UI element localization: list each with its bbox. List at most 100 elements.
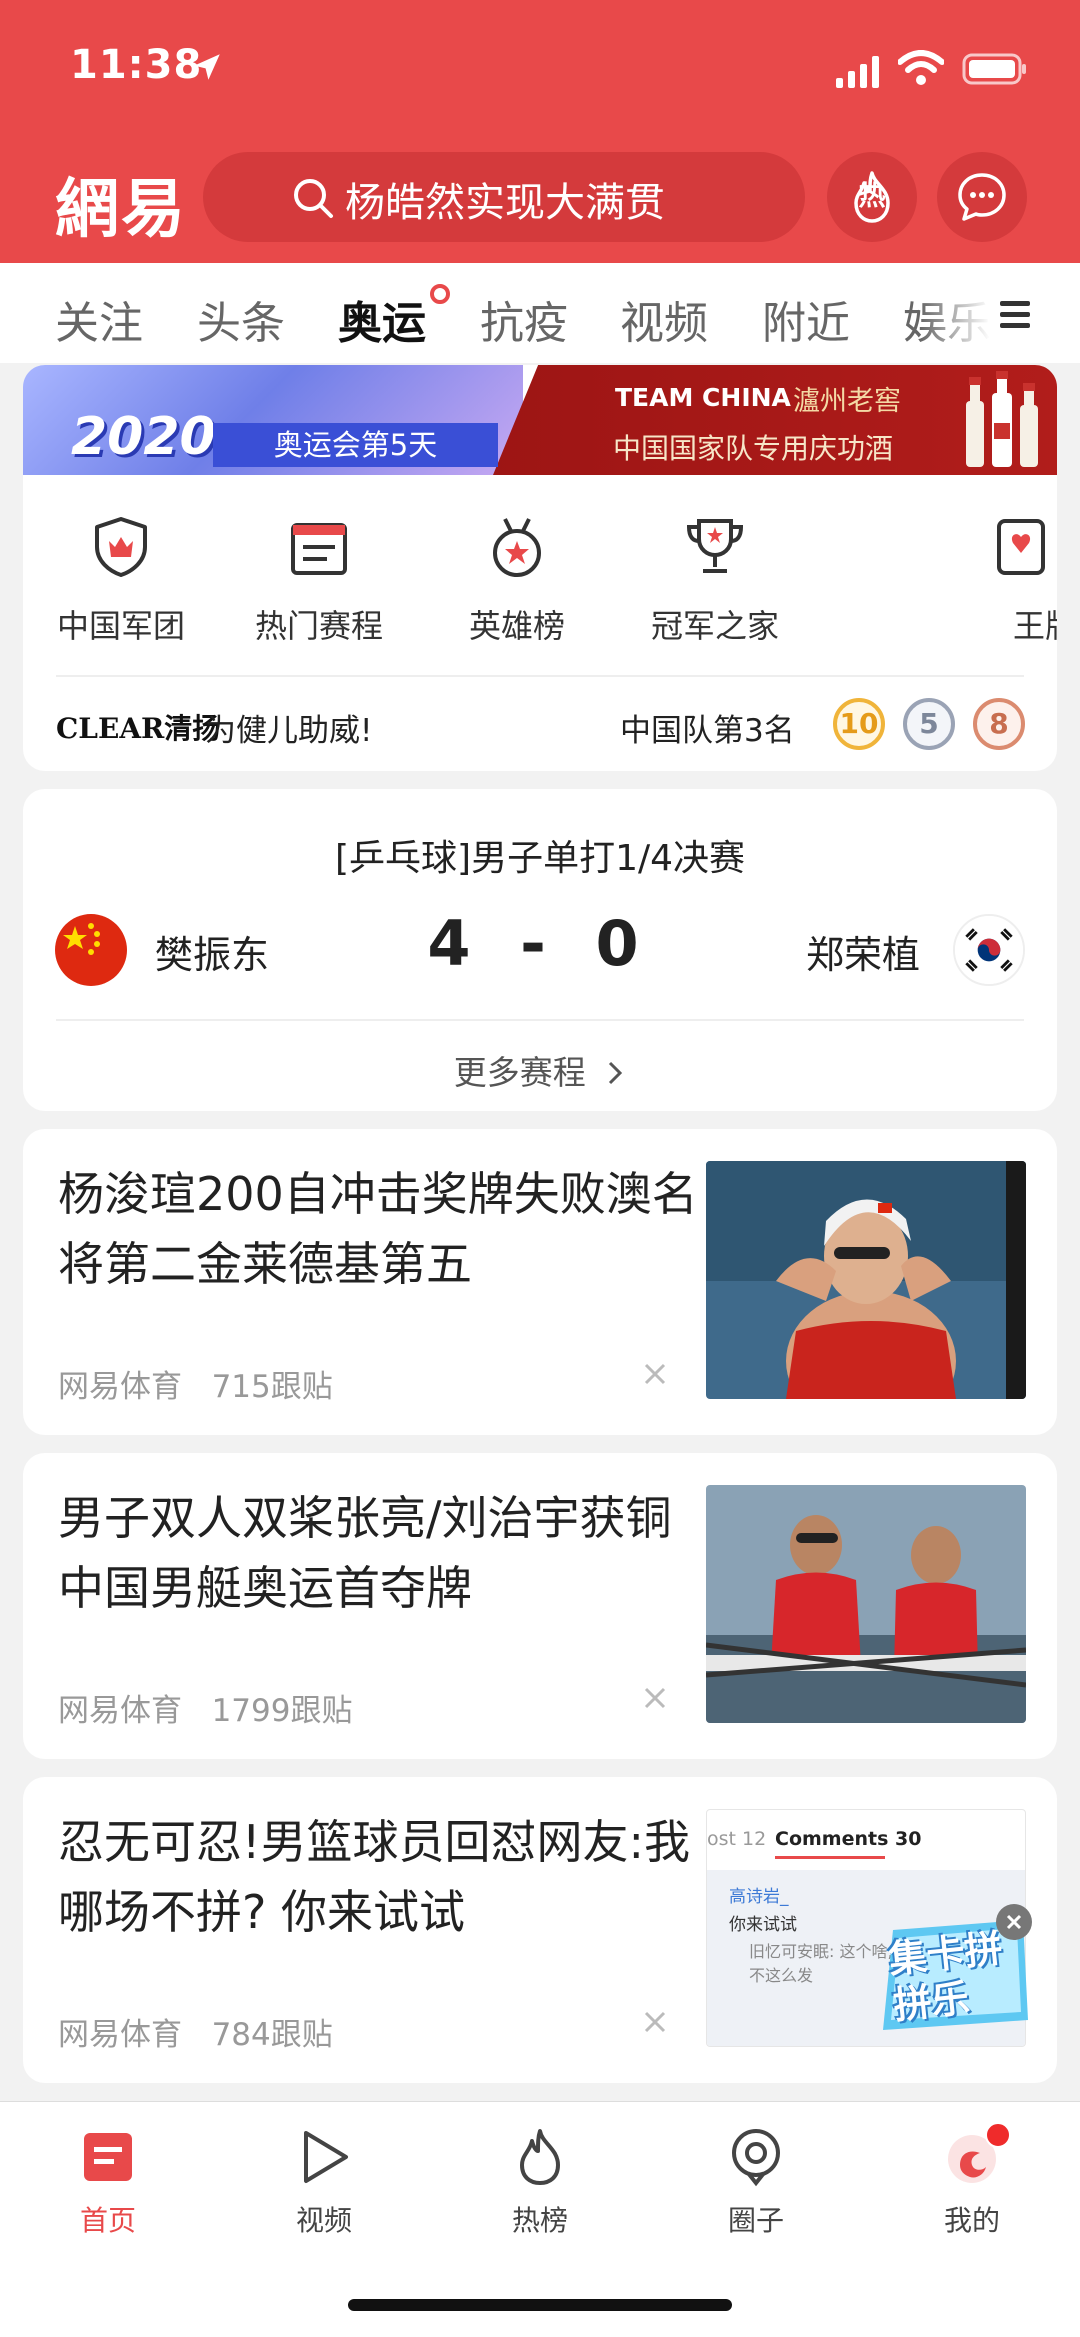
nav-label: 热榜 bbox=[511, 2204, 568, 2237]
news-title[interactable]: 男子双人双桨张亮/刘治宇获铜 中国男艇奥运首夺牌 bbox=[58, 1483, 698, 1623]
news-meta: 网易体育 784跟贴 bbox=[58, 2009, 333, 2054]
cellular-signal-icon bbox=[836, 56, 879, 88]
news-source: 网易体育 bbox=[58, 1369, 182, 1405]
shortcut-hero-board[interactable]: 英雄榜 bbox=[417, 515, 617, 647]
menu-icon[interactable] bbox=[1000, 298, 1030, 332]
thumb-tab-right: Comments 30 bbox=[775, 1828, 922, 1850]
news-source: 网易体育 bbox=[58, 2017, 182, 2053]
news-comments: 715跟贴 bbox=[211, 1369, 333, 1405]
status-bar: 11:38 bbox=[0, 0, 1080, 135]
nav-video[interactable]: 视频 bbox=[244, 2127, 404, 2239]
nav-hot-list[interactable]: 热榜 bbox=[460, 2127, 620, 2239]
card-icon bbox=[997, 519, 1045, 575]
thumb-user: 高诗岩_ bbox=[729, 1887, 789, 1907]
nav-label: 视频 bbox=[295, 2204, 352, 2237]
nav-home[interactable]: 首页 bbox=[28, 2127, 188, 2239]
banner-brand: 瀘州老窖 bbox=[793, 386, 901, 417]
status-time: 11:38 bbox=[70, 42, 203, 88]
shortcut-hot-schedule[interactable]: 热门赛程 bbox=[219, 515, 419, 647]
dismiss-icon[interactable] bbox=[638, 1681, 672, 1715]
home-news-icon bbox=[84, 2133, 132, 2181]
news-title[interactable]: 杨浚瑄200自冲击奖牌失败澳名将第二金莱德基第五 bbox=[58, 1159, 698, 1299]
medal-star-icon bbox=[493, 518, 541, 577]
silver-medal-count: 5 bbox=[903, 698, 955, 750]
divider bbox=[56, 1019, 1024, 1021]
search-bar[interactable]: 杨皓然实现大满贯 bbox=[203, 152, 805, 242]
sponsor-text[interactable]: 为健儿助威! bbox=[205, 705, 372, 750]
chat-bubble-icon bbox=[958, 173, 1006, 221]
tab-nearby[interactable]: 附近 bbox=[762, 287, 850, 351]
nav-profile[interactable]: 我的 bbox=[892, 2127, 1052, 2239]
rowers-photo bbox=[706, 1485, 1026, 1723]
bronze-medal-count: 8 bbox=[973, 698, 1025, 750]
nav-label: 圈子 bbox=[727, 2204, 784, 2237]
news-item[interactable]: 男子双人双桨张亮/刘治宇获铜 中国男艇奥运首夺牌 网易体育 1799跟贴 bbox=[23, 1453, 1057, 1759]
news-item[interactable]: 杨浚瑄200自冲击奖牌失败澳名将第二金莱德基第五 网易体育 715跟贴 bbox=[23, 1129, 1057, 1435]
dismiss-icon[interactable] bbox=[638, 2005, 672, 2039]
home-indicator[interactable] bbox=[348, 2299, 732, 2311]
medal-rank-text[interactable]: 中国队第3名 bbox=[620, 705, 795, 750]
app-header: 11:38 網易 杨皓然实现大满贯 热 bbox=[0, 0, 1080, 263]
nav-label: 我的 bbox=[943, 2204, 1000, 2237]
thumb-reply: 你来试试 bbox=[729, 1915, 797, 1935]
nav-circle[interactable]: 圈子 bbox=[676, 2127, 836, 2239]
banner-day: 奥运会第5天 bbox=[213, 423, 498, 467]
location-arrow-icon bbox=[194, 54, 220, 80]
notification-badge bbox=[985, 2122, 1011, 2148]
more-schedule-label: 更多赛程 bbox=[453, 1053, 586, 1092]
tab-olympics[interactable]: 奥运 bbox=[338, 287, 426, 351]
shortcut-label: 冠军之家 bbox=[650, 607, 779, 645]
shortcut-label: 热门赛程 bbox=[254, 607, 383, 645]
news-source: 网易体育 bbox=[58, 1693, 182, 1729]
news-title[interactable]: 忍无可忍!男篮球员回怼网友:我哪场不拼? 你来试试 bbox=[58, 1807, 698, 1947]
tab-video[interactable]: 视频 bbox=[620, 287, 708, 351]
banner-year: 2020 bbox=[71, 407, 216, 467]
shortcut-champion-home[interactable]: 冠军之家 bbox=[615, 515, 815, 647]
shortcut-china-team[interactable]: 中国军团 bbox=[23, 515, 221, 647]
news-meta: 网易体育 1799跟贴 bbox=[58, 1685, 352, 1730]
more-schedule-link[interactable]: 更多赛程 bbox=[23, 1046, 1057, 1094]
match-card[interactable]: [乒乓球]男子单打1/4决赛 樊振东 4 - 0 郑荣植 更多赛程 bbox=[23, 789, 1057, 1111]
thumb-tab-underline bbox=[775, 1856, 885, 1859]
close-icon bbox=[1006, 1914, 1022, 1930]
liquor-bottles-icon bbox=[966, 371, 1038, 467]
shortcut-trump-card[interactable]: 王牌 bbox=[863, 515, 1057, 647]
location-circle-icon bbox=[732, 2129, 780, 2187]
nav-label: 首页 bbox=[79, 2204, 136, 2237]
tab-follow[interactable]: 关注 bbox=[55, 287, 143, 351]
banner-subtitle: 中国国家队专用庆功酒 bbox=[613, 432, 894, 465]
hot-label: 热 bbox=[858, 181, 886, 212]
hot-button[interactable]: 热 bbox=[827, 152, 917, 242]
play-icon bbox=[304, 2131, 348, 2183]
trophy-icon bbox=[686, 519, 744, 573]
tab-anti-epidemic[interactable]: 抗疫 bbox=[480, 287, 568, 351]
shortcut-label: 英雄榜 bbox=[468, 607, 565, 645]
netease-logo[interactable]: 網易 bbox=[55, 158, 187, 250]
banner-team: TEAM CHINA bbox=[615, 383, 791, 412]
shortcut-label: 中国军团 bbox=[56, 607, 185, 645]
news-meta: 网易体育 715跟贴 bbox=[58, 1361, 333, 1406]
match-title: [乒乓球]男子单打1/4决赛 bbox=[334, 838, 746, 879]
player-right-name: 郑荣植 bbox=[806, 933, 921, 977]
shield-crown-icon bbox=[95, 517, 147, 577]
new-dot-indicator bbox=[430, 284, 450, 304]
divider bbox=[56, 675, 1024, 677]
korea-flag-icon bbox=[953, 914, 1025, 986]
search-icon bbox=[294, 179, 333, 218]
messages-button[interactable] bbox=[937, 152, 1027, 242]
battery-icon bbox=[962, 53, 1026, 85]
news-comments: 1799跟贴 bbox=[211, 1693, 353, 1729]
promo-close-button[interactable] bbox=[996, 1904, 1032, 1940]
swimmer-photo bbox=[706, 1161, 1026, 1399]
news-comments: 784跟贴 bbox=[211, 2017, 333, 2053]
olympic-card: 2020 奥运会第5天 TEAM CHINA 瀘州老窖 中国国家队专用庆功酒 中… bbox=[23, 365, 1057, 771]
flame-icon bbox=[520, 2129, 560, 2185]
gold-medal-count: 10 bbox=[833, 698, 885, 750]
tab-headlines[interactable]: 头条 bbox=[197, 287, 285, 351]
wifi-icon bbox=[898, 50, 944, 85]
thumb-tab-left: ost 12 bbox=[707, 1828, 767, 1850]
dismiss-icon[interactable] bbox=[638, 1357, 672, 1391]
shortcut-label: 王牌 bbox=[1013, 607, 1057, 645]
olympic-banner[interactable]: 2020 奥运会第5天 TEAM CHINA 瀘州老窖 中国国家队专用庆功酒 bbox=[23, 365, 1057, 475]
channel-tabs: 关注 头条 奥运 抗疫 视频 附近 娱乐 bbox=[0, 263, 1080, 363]
